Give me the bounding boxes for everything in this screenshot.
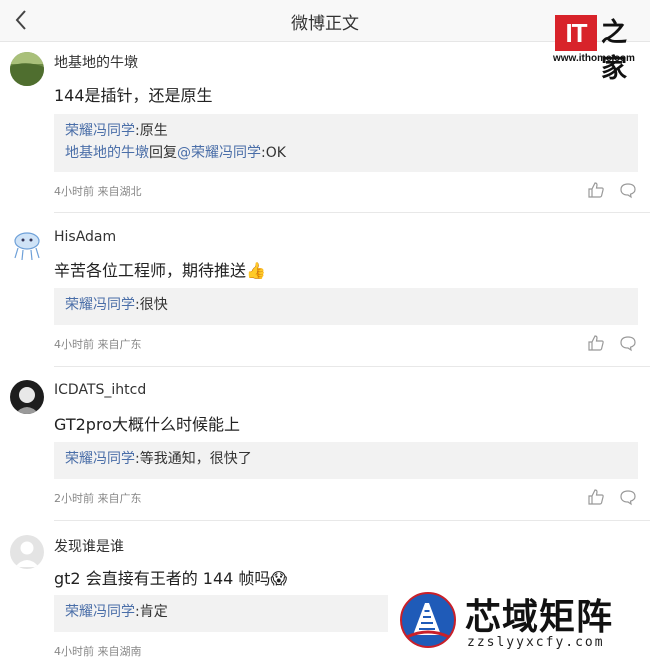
- ithome-mark: IT: [555, 15, 597, 51]
- reply-body: :等我通知，很快了: [135, 451, 252, 467]
- comment-meta: 2小时前 来自广东: [54, 492, 142, 505]
- reply-nick[interactable]: 荣耀冯同学: [65, 297, 135, 313]
- divider: [54, 520, 650, 521]
- watermark-title: 芯域矩阵: [465, 597, 614, 638]
- ithome-han: 之家: [601, 18, 628, 84]
- watermark: 芯域矩阵 zzslyyxcfy.com: [395, 585, 650, 666]
- comment-meta: 4小时前 来自湖北: [54, 185, 142, 198]
- reply-box[interactable]: 荣耀冯同学:肯定: [54, 595, 388, 632]
- reply-box[interactable]: 荣耀冯同学:很快: [54, 288, 638, 325]
- like-icon[interactable]: [587, 181, 605, 199]
- comment-text: gt2 会直接有王者的 144 帧吗😱: [54, 565, 287, 589]
- comment-text: 144是插针，还是原生: [54, 86, 213, 105]
- username[interactable]: 地基地的牛墩: [54, 52, 138, 72]
- username[interactable]: ICDATS_ihtcd: [54, 382, 146, 398]
- comment-icon[interactable]: [619, 181, 637, 199]
- comment-text: 辛苦各位工程师，期待推送👍: [54, 257, 266, 281]
- comment-icon[interactable]: [619, 334, 637, 352]
- reply-body: :OK: [261, 145, 286, 161]
- like-icon[interactable]: [587, 488, 605, 506]
- reply-body: :肯定: [135, 604, 168, 620]
- like-icon[interactable]: [587, 334, 605, 352]
- avatar[interactable]: [10, 380, 44, 414]
- comment-icon[interactable]: [619, 488, 637, 506]
- divider: [54, 366, 650, 367]
- avatar[interactable]: [10, 535, 44, 569]
- reply-body: :原生: [135, 123, 168, 139]
- reply-body: :很快: [135, 297, 168, 313]
- reply-box[interactable]: 荣耀冯同学:等我通知，很快了: [54, 442, 638, 479]
- comment-text: GT2pro大概什么时候能上: [54, 415, 240, 434]
- scream-emoji: 😱: [270, 569, 288, 588]
- thumbs-up-emoji: 👍: [246, 261, 266, 280]
- comment-meta: 4小时前 来自湖南: [54, 645, 142, 658]
- comment-text-body: 辛苦各位工程师，期待推送: [54, 261, 247, 280]
- reply-nick[interactable]: 地基地的牛墩: [65, 145, 149, 161]
- reply-mid: 回复: [149, 145, 177, 161]
- username[interactable]: 发现谁是谁: [54, 536, 124, 556]
- watermark-logo-icon: [399, 591, 457, 649]
- reply-line: 地基地的牛墩回复@荣耀冯同学:OK: [65, 142, 627, 164]
- reply-nick[interactable]: 荣耀冯同学: [65, 604, 135, 620]
- reply-mention[interactable]: @荣耀冯同学: [177, 145, 261, 161]
- reply-line: 荣耀冯同学:等我通知，很快了: [65, 448, 627, 470]
- watermark-url: zzslyyxcfy.com: [467, 635, 605, 650]
- ithome-url: www.ithome.com: [553, 53, 635, 64]
- reply-line: 荣耀冯同学:肯定: [65, 601, 377, 623]
- avatar[interactable]: [10, 228, 44, 262]
- reply-nick[interactable]: 荣耀冯同学: [65, 451, 135, 467]
- comment-text-body: gt2 会直接有王者的 144 帧吗: [54, 569, 271, 588]
- ithome-logo: IT 之家 www.ithome.com: [553, 10, 645, 84]
- avatar[interactable]: [10, 52, 44, 86]
- reply-nick[interactable]: 荣耀冯同学: [65, 123, 135, 139]
- username[interactable]: HisAdam: [54, 229, 116, 245]
- reply-box[interactable]: 荣耀冯同学:原生 地基地的牛墩回复@荣耀冯同学:OK: [54, 114, 638, 172]
- reply-line: 荣耀冯同学:很快: [65, 294, 627, 316]
- divider: [54, 212, 650, 213]
- reply-line: 荣耀冯同学:原生: [65, 120, 627, 142]
- comment-meta: 4小时前 来自广东: [54, 338, 142, 351]
